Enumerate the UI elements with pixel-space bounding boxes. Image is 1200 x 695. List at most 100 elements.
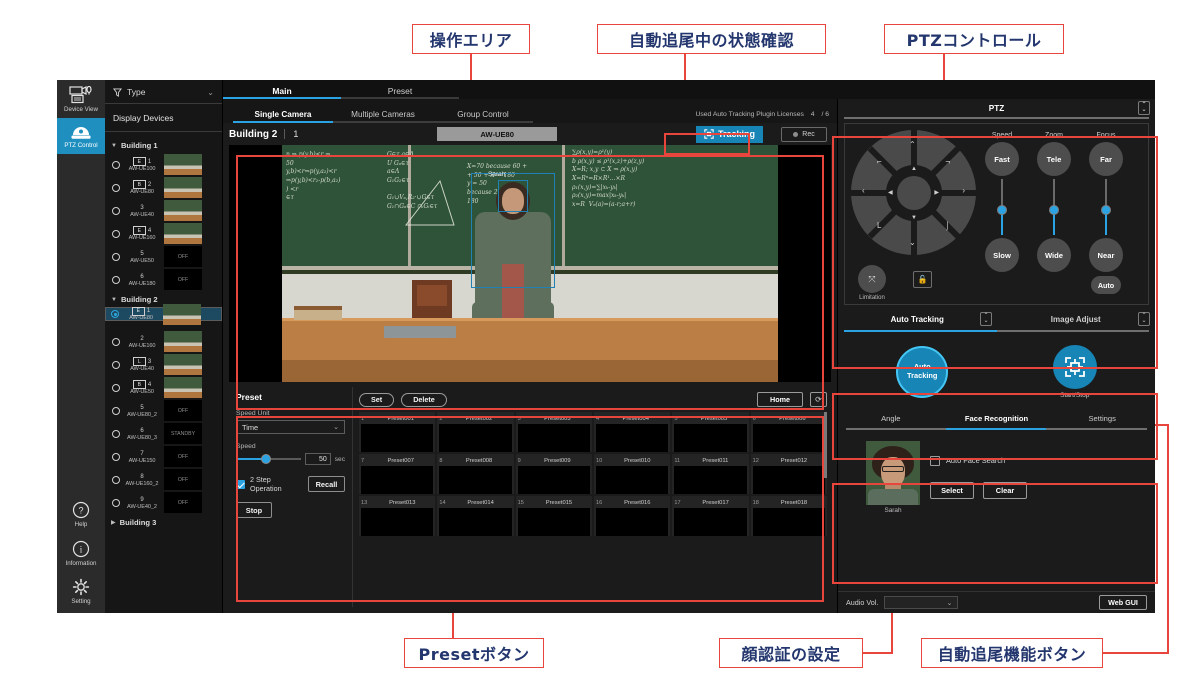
stop-button[interactable]: Stop — [236, 502, 272, 518]
web-gui-button[interactable]: Web GUI — [1099, 595, 1147, 610]
ptz-down-icon[interactable]: ⌄ — [909, 238, 916, 247]
device-radio[interactable] — [112, 407, 120, 415]
two-step-checkbox[interactable] — [236, 480, 245, 489]
delete-button[interactable]: Delete — [401, 393, 447, 407]
device-list-item[interactable]: B4AW-UE50 — [105, 376, 222, 399]
audio-volume-select[interactable]: ⌄ — [884, 596, 958, 609]
preset-cell[interactable]: 6Preset006 — [751, 412, 827, 452]
type-filter[interactable]: Type ⌄ — [105, 80, 222, 104]
device-group-building-1[interactable]: ▼ Building 1 — [105, 137, 222, 153]
device-list-item[interactable]: 9AW-UE40_2OFF — [105, 491, 222, 514]
refresh-icon[interactable]: ⟳ — [810, 392, 827, 407]
preset-cell[interactable]: 10Preset010 — [594, 454, 670, 494]
device-thumbnail[interactable] — [164, 154, 202, 175]
ptz-inner-down-icon[interactable]: ▼ — [911, 215, 917, 221]
select-button[interactable]: Select — [930, 482, 974, 499]
device-list-item[interactable]: 8AW-UE160_2OFF — [105, 468, 222, 491]
device-list-item[interactable]: E1AW-UE80 — [105, 307, 222, 321]
device-list-item[interactable]: 3AW-UE40 — [105, 199, 222, 222]
device-thumbnail[interactable] — [164, 377, 202, 398]
device-list-item[interactable]: B2AW-UE80 — [105, 176, 222, 199]
lock-icon[interactable]: 🔓 — [913, 271, 932, 288]
device-radio[interactable] — [112, 207, 120, 215]
preset-cell[interactable]: 11Preset011 — [672, 454, 748, 494]
preset-cell[interactable]: 2Preset002 — [437, 412, 513, 452]
clear-button[interactable]: Clear — [983, 482, 1027, 499]
ptz-up-right-icon[interactable]: ¬ — [945, 157, 950, 166]
speed-fast-button[interactable]: Fast — [985, 142, 1019, 176]
device-thumbnail[interactable]: OFF — [164, 446, 202, 467]
device-thumbnail[interactable] — [164, 223, 202, 244]
tab-auto-tracking[interactable]: Auto Tracking — [838, 315, 997, 324]
device-radio[interactable] — [112, 384, 120, 392]
rail-item-information[interactable]: i Information — [57, 534, 105, 572]
focus-far-button[interactable]: Far — [1089, 142, 1123, 176]
device-radio[interactable] — [112, 184, 120, 192]
ptz-right-icon[interactable]: › — [962, 186, 965, 195]
ptz-inner-up-icon[interactable]: ▲ — [911, 166, 917, 172]
device-list-item[interactable]: 6AW-UE180OFF — [105, 268, 222, 291]
device-radio[interactable] — [112, 430, 120, 438]
rail-item-help[interactable]: ? Help — [57, 495, 105, 533]
preset-cell[interactable]: 15Preset015 — [516, 496, 592, 536]
device-thumbnail[interactable] — [164, 200, 202, 221]
ptz-down-left-icon[interactable]: L — [877, 221, 881, 230]
device-thumbnail[interactable] — [164, 354, 202, 375]
ptz-home-hub[interactable] — [897, 176, 931, 210]
device-radio[interactable] — [112, 499, 120, 507]
device-list-item[interactable]: 7AW-UE150OFF — [105, 445, 222, 468]
device-list-item[interactable]: E1AW-UE100 — [105, 153, 222, 176]
device-radio[interactable] — [112, 161, 120, 169]
home-button[interactable]: Home — [757, 392, 803, 407]
device-thumbnail[interactable]: OFF — [164, 246, 202, 267]
device-scroll-area[interactable]: ▼ Building 1 E1AW-UE100B2AW-UE803AW-UE40… — [105, 132, 222, 613]
preset-cell[interactable]: 1Preset001 — [359, 412, 435, 452]
rail-item-setting[interactable]: Setting — [57, 572, 105, 613]
preset-cell[interactable]: 13Preset013 — [359, 496, 435, 536]
preset-cell[interactable]: 17Preset017 — [672, 496, 748, 536]
ptz-collapse-toggle[interactable]: ⌃⌄ — [1138, 101, 1150, 115]
device-list-item[interactable]: L3AW-UE40 — [105, 353, 222, 376]
ptz-inner-left-icon[interactable]: ◀ — [888, 189, 893, 196]
ptz-up-left-icon[interactable]: ⌐ — [877, 157, 882, 166]
device-radio[interactable] — [112, 253, 120, 261]
speed-slider-knob[interactable] — [261, 454, 271, 464]
focus-near-button[interactable]: Near — [1089, 238, 1123, 272]
device-thumbnail[interactable] — [164, 331, 202, 352]
preset-cell[interactable]: 4Preset004 — [594, 412, 670, 452]
speed-vertical-slider[interactable] — [997, 179, 1007, 235]
preset-cell[interactable]: 9Preset009 — [516, 454, 592, 494]
recall-button[interactable]: Recall — [308, 476, 345, 492]
device-thumbnail[interactable]: OFF — [164, 269, 202, 290]
rec-button[interactable]: Rec — [781, 127, 827, 142]
device-radio[interactable] — [112, 476, 120, 484]
device-radio[interactable] — [112, 230, 120, 238]
device-list-item[interactable]: 5AW-UE80_2OFF — [105, 399, 222, 422]
ptz-direction-pad[interactable]: ⌃ ⌄ ‹ › ⌐ ¬ L ⌡ ▲ ▼ ◀ ▶ — [851, 130, 976, 255]
speed-slow-button[interactable]: Slow — [985, 238, 1019, 272]
preset-cell[interactable]: 8Preset008 — [437, 454, 513, 494]
preset-cell[interactable]: 5Preset005 — [672, 412, 748, 452]
device-list-item[interactable]: E4AW-UE160 — [105, 222, 222, 245]
limitation-icon[interactable]: ⤧ — [858, 265, 886, 293]
preset-cell[interactable]: 12Preset012 — [751, 454, 827, 494]
device-thumbnail[interactable]: OFF — [164, 400, 202, 421]
speed-unit-select[interactable]: Time ⌄ — [236, 420, 345, 434]
device-thumbnail[interactable]: OFF — [164, 492, 202, 513]
device-list-item[interactable]: 5AW-UE50OFF — [105, 245, 222, 268]
preset-cell[interactable]: 7Preset007 — [359, 454, 435, 494]
limitation-control[interactable]: ⤧ Limitation — [852, 265, 892, 301]
device-thumbnail[interactable] — [163, 304, 201, 325]
device-radio[interactable] — [112, 453, 120, 461]
device-radio[interactable] — [112, 338, 120, 346]
ptz-left-icon[interactable]: ‹ — [862, 186, 865, 195]
preset-scrollbar[interactable] — [824, 412, 827, 478]
set-button[interactable]: Set — [359, 393, 394, 407]
speed-value[interactable]: 50 — [305, 453, 331, 465]
preset-grid[interactable]: 1Preset0012Preset0023Preset0034Preset004… — [359, 412, 827, 607]
image-adjust-collapse-toggle[interactable]: ⌃⌄ — [1138, 312, 1150, 326]
device-radio[interactable] — [111, 310, 119, 318]
preset-cell[interactable]: 14Preset014 — [437, 496, 513, 536]
zoom-vertical-slider[interactable] — [1049, 179, 1059, 235]
ptz-down-right-icon[interactable]: ⌡ — [945, 221, 950, 230]
